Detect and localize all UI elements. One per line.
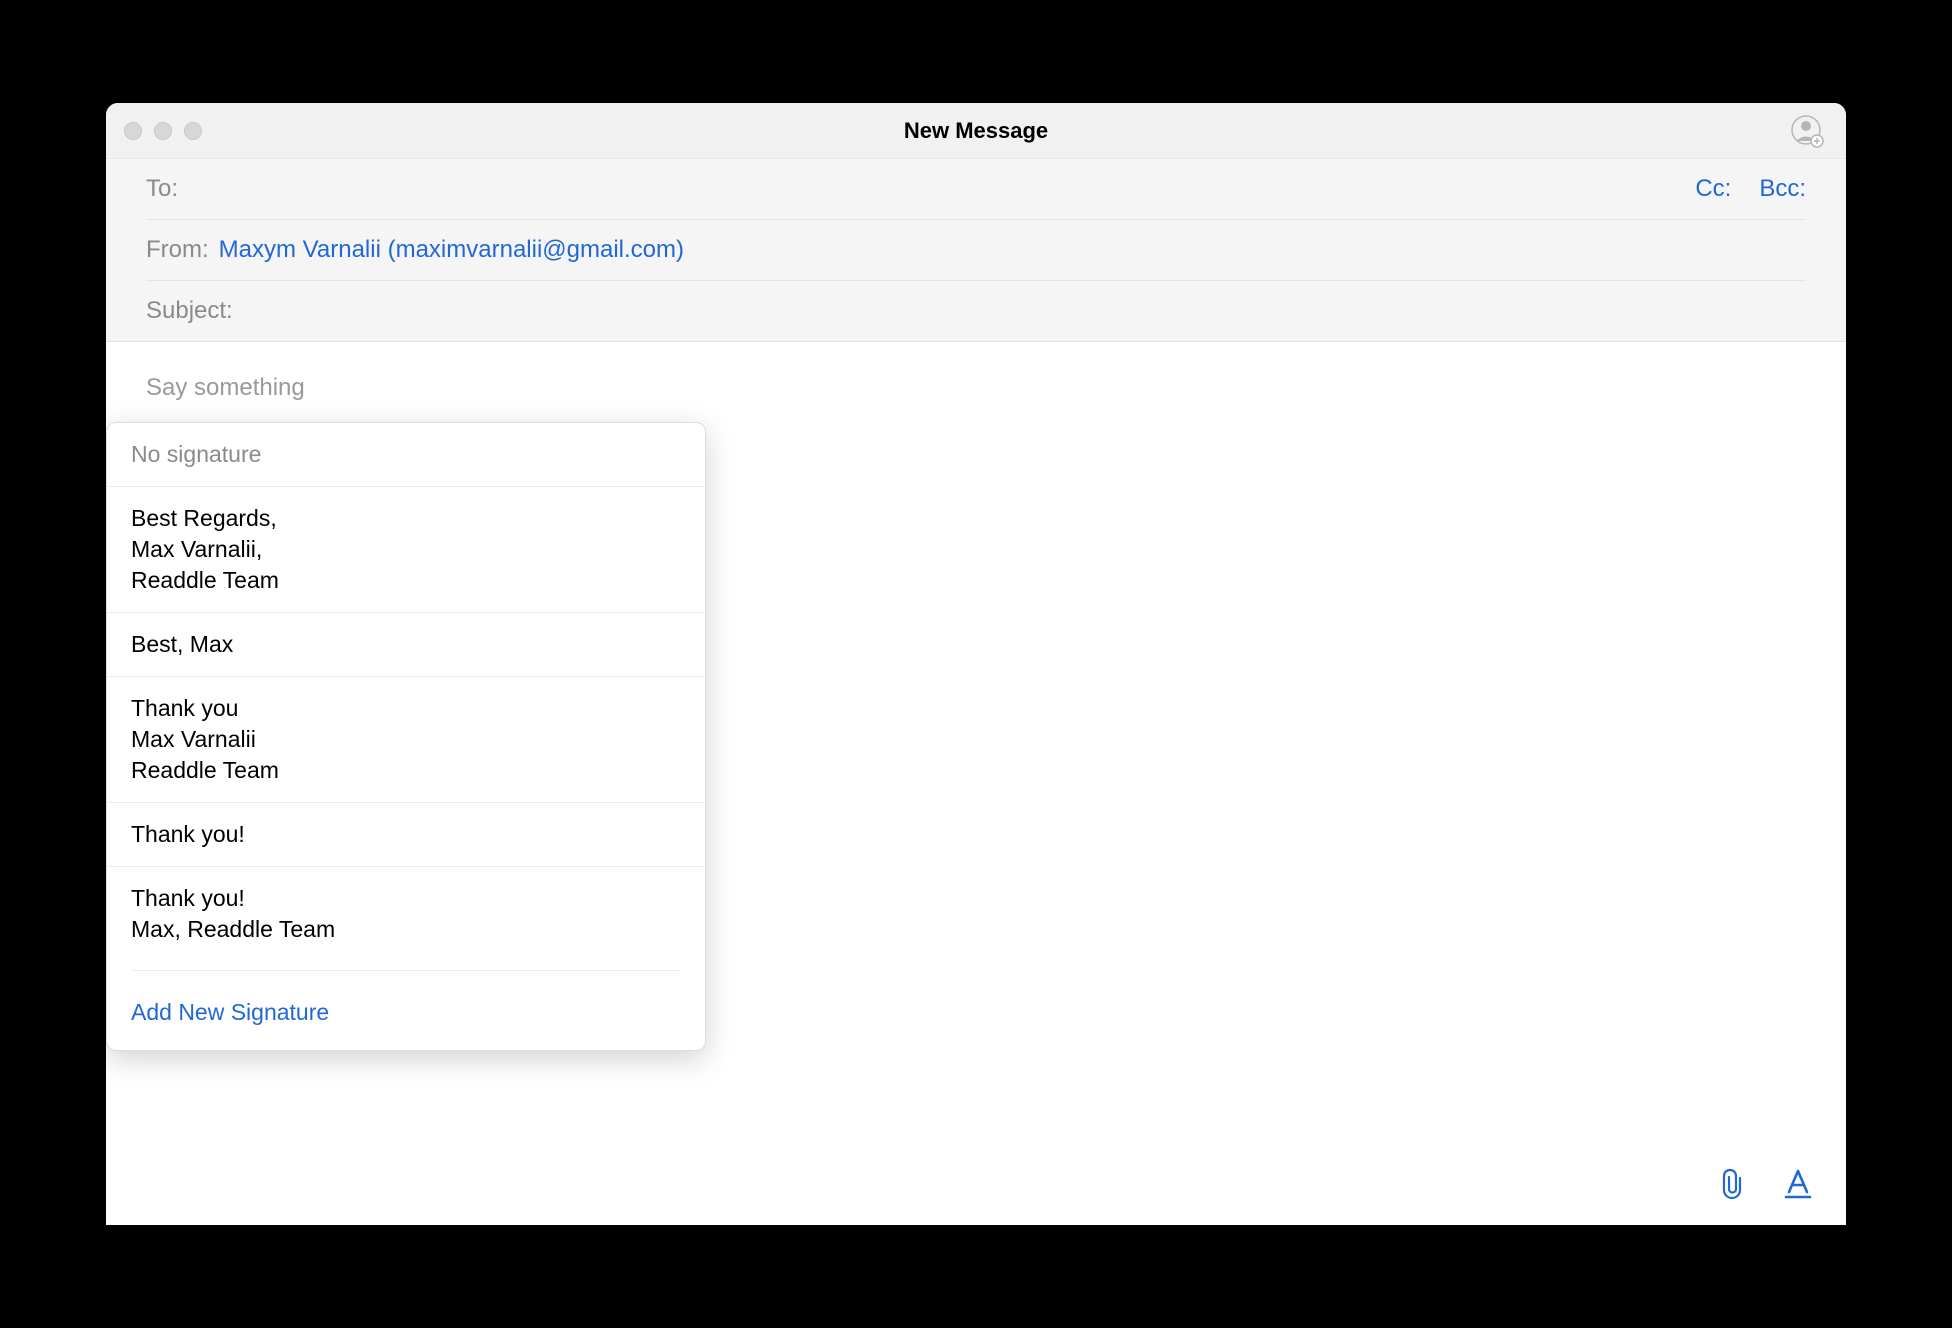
- attachment-button[interactable]: [1718, 1168, 1748, 1205]
- header-fields-section: To: Cc: Bcc: From: Maxym Varnalii (maxim…: [106, 159, 1846, 342]
- titlebar: New Message: [106, 103, 1846, 159]
- subject-field-row[interactable]: Subject:: [146, 281, 1806, 341]
- signature-option-1[interactable]: Best Regards, Max Varnalii, Readdle Team: [107, 487, 705, 613]
- minimize-window-button[interactable]: [154, 122, 172, 140]
- paperclip-icon: [1718, 1168, 1748, 1200]
- no-signature-option[interactable]: No signature: [107, 423, 705, 487]
- from-label: From:: [146, 236, 209, 264]
- compose-window: New Message To: Cc: Bcc:: [106, 103, 1846, 1225]
- close-window-button[interactable]: [124, 122, 142, 140]
- to-field-row[interactable]: To: Cc: Bcc:: [146, 159, 1806, 220]
- signature-popup: No signature Best Regards, Max Varnalii,…: [106, 422, 706, 1051]
- cc-button[interactable]: Cc:: [1695, 175, 1731, 203]
- window-title: New Message: [124, 118, 1828, 144]
- maximize-window-button[interactable]: [184, 122, 202, 140]
- body-placeholder: Say something: [146, 374, 1806, 402]
- signature-option-5[interactable]: Thank you! Max, Readdle Team: [107, 867, 705, 961]
- from-value: Maxym Varnalii (maximvarnalii@gmail.com): [219, 236, 684, 264]
- signature-option-3[interactable]: Thank you Max Varnalii Readdle Team: [107, 677, 705, 803]
- traffic-lights: [124, 122, 202, 140]
- add-new-signature-button[interactable]: Add New Signature: [107, 979, 705, 1050]
- signature-option-4[interactable]: Thank you!: [107, 803, 705, 867]
- subject-label: Subject:: [146, 297, 233, 325]
- message-body[interactable]: Say something No signature Best Regards,…: [106, 342, 1846, 1225]
- bottom-toolbar: [1718, 1168, 1814, 1205]
- bcc-button[interactable]: Bcc:: [1759, 175, 1806, 203]
- to-label: To:: [146, 175, 178, 203]
- from-field-row[interactable]: From: Maxym Varnalii (maximvarnalii@gmai…: [146, 220, 1806, 281]
- add-contact-button[interactable]: [1790, 114, 1824, 148]
- signature-option-2[interactable]: Best, Max: [107, 613, 705, 677]
- signature-divider: [131, 970, 681, 971]
- add-contact-icon: [1790, 114, 1824, 148]
- format-text-button[interactable]: [1782, 1168, 1814, 1205]
- text-format-icon: [1782, 1168, 1814, 1200]
